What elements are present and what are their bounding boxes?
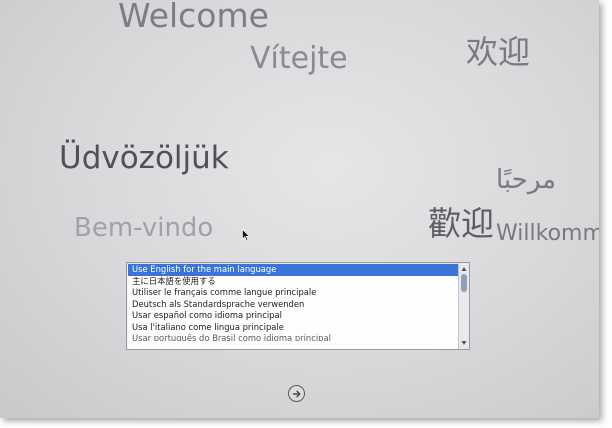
greeting-vitejte: Vítejte (250, 41, 348, 76)
greeting-bem-vindo: Bem-vindo (74, 213, 214, 243)
language-option-portuguese-brazil[interactable]: Usar português do Brasil como idioma pri… (128, 333, 458, 341)
scroll-down-arrow-icon[interactable] (461, 340, 467, 346)
language-option-italian[interactable]: Usa l'italiano come lingua principale (128, 322, 458, 334)
language-option-german[interactable]: Deutsch als Standardsprache verwenden (128, 299, 458, 311)
scrollbar-thumb[interactable] (461, 274, 467, 292)
arrow-cursor-icon (242, 229, 250, 241)
greeting-welcome: Welcome (118, 0, 269, 35)
language-option-english[interactable]: Use English for the main language (128, 264, 458, 276)
continue-button[interactable] (288, 385, 305, 402)
right-arrow-circle-icon (292, 390, 300, 397)
greeting-chinese-simplified: 欢迎 (466, 33, 531, 71)
language-list-items: Use English for the main language 主に日本語を… (128, 264, 458, 341)
language-list[interactable]: Use English for the main language 主に日本語を… (126, 262, 470, 350)
language-option-spanish[interactable]: Usar español como idioma principal (128, 310, 458, 322)
scroll-up-arrow-icon[interactable] (461, 266, 467, 272)
language-option-french[interactable]: Utiliser le français comme langue princi… (128, 287, 458, 299)
language-option-japanese[interactable]: 主に日本語を使用する (128, 276, 458, 288)
language-list-scrollbar[interactable] (458, 263, 469, 349)
greeting-arabic: مرحبًا (496, 165, 557, 195)
greeting-chinese-traditional: 歡迎 (428, 204, 494, 243)
greeting-udvozoljuk: Üdvözöljük (59, 140, 229, 176)
greeting-willkommen: Willkomm (496, 221, 599, 246)
setup-screen: Welcome Vítejte 欢迎 Üdvözöljük مرحبًا 歡迎 … (0, 0, 599, 418)
